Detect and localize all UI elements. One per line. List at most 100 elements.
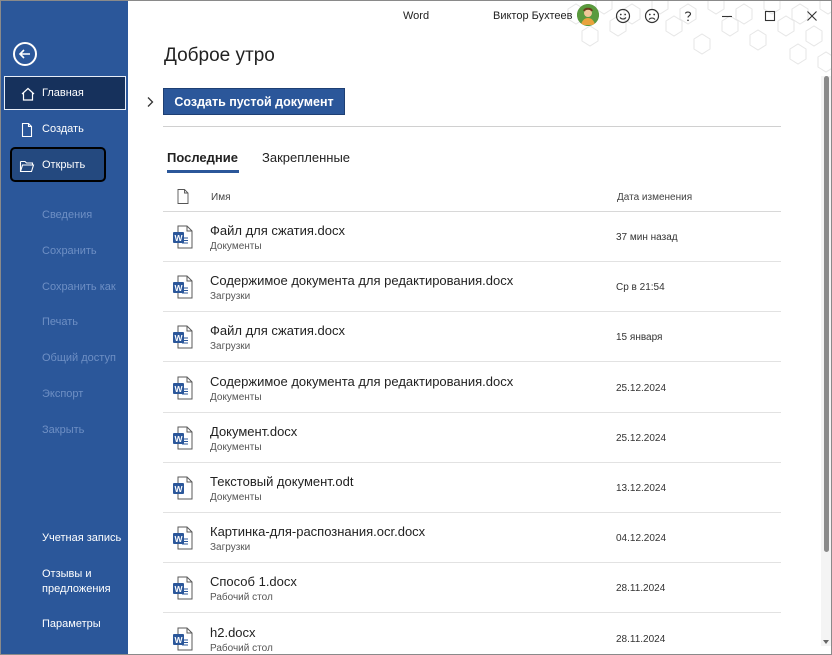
- svg-text:W: W: [174, 635, 183, 645]
- file-name: h2.docx: [210, 624, 256, 640]
- file-name: Способ 1.docx: [210, 574, 297, 590]
- file-modified-date: 28.11.2024: [616, 633, 666, 645]
- tab-active-indicator: [167, 170, 239, 173]
- sidebar-item-close: Закрыть: [1, 414, 128, 448]
- word-document-icon: W: [173, 325, 193, 349]
- file-type-column-icon: [177, 189, 189, 204]
- file-row[interactable]: W Файл для сжатия.docx Документы 37 мин наз…: [163, 212, 781, 262]
- file-name: Документ.docx: [210, 423, 298, 439]
- file-modified-date: Ср в 21:54: [616, 282, 665, 294]
- svg-text:W: W: [174, 333, 183, 343]
- app-name: Word: [403, 10, 430, 22]
- file-location: Загрузки: [210, 291, 251, 303]
- scrollbar[interactable]: [821, 76, 831, 646]
- sidebar-item-open[interactable]: Открыть: [1, 149, 128, 183]
- file-name: Содержимое документа для редактирования.…: [210, 373, 514, 389]
- tab-pinned[interactable]: Закрепленные: [262, 150, 350, 165]
- sidebar-item-label: Печать: [42, 316, 79, 328]
- sidebar-item-label: Экспорт: [42, 388, 84, 400]
- file-row[interactable]: W Содержимое документа для редактирования…: [163, 363, 781, 413]
- backstage-sidebar: Главная Создать Открыть Сведения Сохрани…: [1, 1, 128, 654]
- file-name: Содержимое документа для редактирования.…: [210, 273, 514, 289]
- sidebar-item-label: Сохранить: [42, 245, 97, 257]
- sidebar-item-label: Закрыть: [42, 424, 85, 436]
- file-row[interactable]: W Содержимое документа для редактирования…: [163, 262, 781, 313]
- file-location: Загрузки: [210, 341, 251, 353]
- sidebar-item-label: Сохранить как: [42, 281, 116, 293]
- file-name: Текстовый документ.odt: [210, 474, 354, 489]
- chevron-right-icon[interactable]: [145, 96, 155, 108]
- smile-icon[interactable]: [615, 8, 631, 24]
- file-modified-date: 04.12.2024: [616, 533, 667, 545]
- svg-text:W: W: [174, 384, 183, 394]
- sidebar-item-label: Открыть: [42, 159, 86, 171]
- new-document-icon: [21, 122, 33, 138]
- sidebar-item-new[interactable]: Создать: [1, 113, 128, 147]
- sidebar-item-export: Экспорт: [1, 378, 128, 412]
- word-document-icon: W: [173, 275, 193, 299]
- file-modified-date: 25.12.2024: [616, 382, 667, 394]
- frown-icon[interactable]: [644, 8, 660, 24]
- word-document-icon: W: [173, 576, 193, 600]
- sidebar-item-options[interactable]: Параметры: [42, 617, 101, 632]
- new-blank-document-button[interactable]: Создать пустой документ: [163, 88, 345, 115]
- file-modified-date: 15 января: [616, 332, 663, 344]
- maximize-icon[interactable]: [762, 8, 778, 24]
- sidebar-item-label: Главная: [42, 87, 84, 99]
- file-name: Файл для сжатия.docx: [210, 323, 346, 339]
- back-button[interactable]: [13, 42, 37, 66]
- feedback-label-line2: предложения: [42, 583, 111, 595]
- file-row[interactable]: W Картинка-для-распознания.ocr.docx Загруз…: [163, 513, 781, 564]
- file-location: Документы: [210, 241, 262, 252]
- avatar[interactable]: [577, 4, 599, 26]
- close-icon[interactable]: [804, 8, 820, 24]
- user-name[interactable]: Виктор Бухтеев: [493, 10, 572, 22]
- sidebar-item-feedback[interactable]: Отзывы и предложения: [42, 567, 111, 597]
- sidebar-item-home[interactable]: Главная: [4, 76, 126, 110]
- file-name: Картинка-для-распознания.ocr.docx: [210, 524, 426, 540]
- file-location: Загрузки: [210, 542, 251, 554]
- file-modified-date: 25.12.2024: [616, 432, 667, 444]
- column-header-name[interactable]: Имя: [211, 192, 230, 203]
- svg-text:W: W: [174, 434, 183, 444]
- column-header-modified[interactable]: Дата изменения: [617, 192, 692, 203]
- sidebar-item-label: Сведения: [42, 209, 93, 221]
- file-row[interactable]: W Файл для сжатия.docx Загрузки 15 января: [163, 312, 781, 363]
- file-location: Рабочий стол: [210, 642, 273, 654]
- file-location: Документы: [210, 492, 262, 503]
- svg-text:W: W: [174, 233, 183, 243]
- file-modified-date: 28.11.2024: [616, 583, 666, 595]
- file-location: Рабочий стол: [210, 592, 273, 604]
- odt-document-icon: W: [173, 476, 193, 500]
- divider: [163, 126, 781, 127]
- file-location: Документы: [210, 441, 262, 453]
- file-row[interactable]: Wh2.docx Рабочий стол 28.11.2024: [163, 614, 781, 654]
- file-modified-date: 37 мин назад: [616, 232, 678, 243]
- help-icon[interactable]: [680, 8, 696, 24]
- minimize-icon[interactable]: [719, 8, 735, 24]
- scroll-down-arrow-icon[interactable]: [823, 640, 829, 644]
- word-document-icon: W: [173, 627, 193, 651]
- file-row[interactable]: W Способ 1.docx Рабочий стол 28.11.2024: [163, 563, 781, 614]
- sidebar-item-save-as: Сохранить как: [1, 271, 128, 305]
- svg-text:W: W: [174, 534, 183, 544]
- file-row[interactable]: W Текстовый документ.odt Документы 13.12.20…: [163, 463, 781, 513]
- file-modified-date: 13.12.2024: [616, 483, 667, 494]
- back-arrow-icon: [18, 49, 30, 59]
- svg-text:W: W: [174, 584, 183, 594]
- sidebar-item-account[interactable]: Учетная запись: [42, 531, 121, 546]
- word-document-icon: W: [173, 376, 193, 400]
- file-location: Документы: [210, 391, 262, 403]
- word-document-icon: W: [173, 526, 193, 550]
- word-window: Главная Создать Открыть Сведения Сохрани…: [0, 0, 832, 655]
- sidebar-item-share: Общий доступ: [1, 342, 128, 376]
- sidebar-item-label: Создать: [42, 123, 84, 135]
- word-document-icon: W: [173, 225, 193, 249]
- tab-recent[interactable]: Последние: [167, 150, 238, 165]
- sidebar-item-print: Печать: [1, 306, 128, 340]
- file-row[interactable]: W Документ.docx Документы 25.12.2024: [163, 413, 781, 463]
- file-name: Файл для сжатия.docx: [210, 223, 346, 238]
- page-title: Доброе утро: [164, 45, 275, 66]
- scrollbar-thumb[interactable]: [824, 76, 829, 552]
- open-folder-icon: [19, 160, 35, 173]
